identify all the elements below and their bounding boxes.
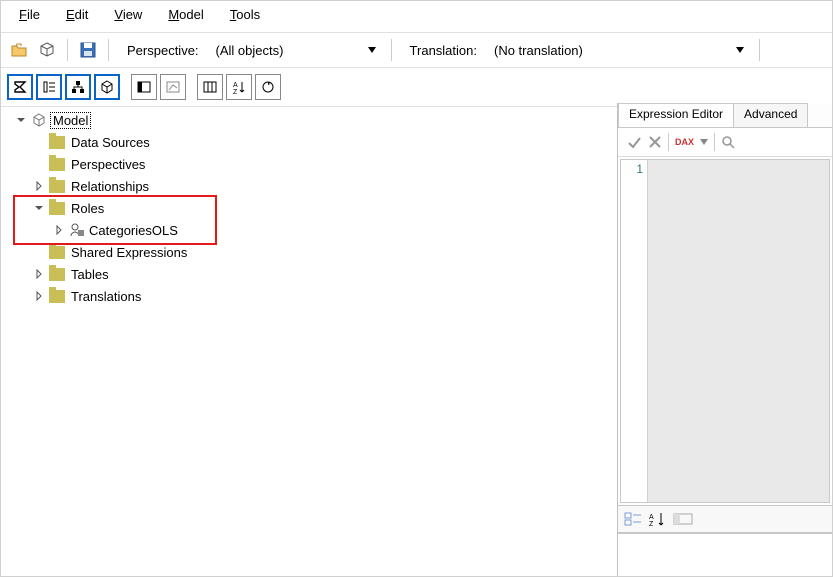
separator [759, 39, 760, 61]
menubar: File Edit View Model Tools [1, 1, 832, 32]
folder-icon [49, 136, 65, 149]
tree-item-label: CategoriesOLS [89, 223, 178, 238]
dax-formatter-icon[interactable]: DAX [675, 138, 694, 147]
chevron-down-icon [736, 47, 744, 53]
cube-icon[interactable] [35, 38, 59, 62]
menu-tools[interactable]: Tools [230, 7, 260, 22]
cube-view-icon[interactable] [94, 74, 120, 100]
sort-az-icon[interactable]: AZ [648, 511, 666, 527]
sigma-icon[interactable] [7, 74, 33, 100]
save-icon[interactable] [76, 38, 100, 62]
tree-roles[interactable]: Roles [9, 197, 609, 219]
menu-edit[interactable]: Edit [66, 7, 88, 22]
tree-item-label: Data Sources [71, 135, 150, 150]
perspective-dropdown[interactable]: (All objects) [209, 38, 383, 62]
expand-icon[interactable] [33, 180, 45, 192]
open-folder-icon[interactable] [7, 38, 31, 62]
list-icon[interactable] [36, 74, 62, 100]
right-tabs: Expression Editor Advanced [618, 103, 832, 128]
tree-item-label: Roles [71, 201, 104, 216]
collapse-icon[interactable] [33, 202, 45, 214]
chevron-down-icon[interactable] [700, 139, 708, 145]
menu-file[interactable]: File [19, 7, 40, 22]
expand-icon[interactable] [53, 224, 65, 236]
tree-data-sources[interactable]: Data Sources [9, 131, 609, 153]
tree-relationships[interactable]: Relationships [9, 175, 609, 197]
tree-item-label: Perspectives [71, 157, 145, 172]
tab-expression-editor[interactable]: Expression Editor [618, 103, 734, 127]
tree-root-label: Model [51, 113, 90, 128]
expression-editor[interactable]: 1 [620, 159, 830, 503]
search-icon[interactable] [721, 135, 735, 149]
tree-item-label: Shared Expressions [71, 245, 187, 260]
separator [108, 39, 109, 61]
menu-view[interactable]: View [114, 7, 142, 22]
tab-advanced[interactable]: Advanced [733, 103, 808, 127]
tree-categories-ols[interactable]: CategoriesOLS [9, 219, 609, 241]
line-gutter: 1 [621, 160, 648, 502]
model-tree[interactable]: Model Data Sources Perspectives Relation… [1, 103, 617, 576]
accept-icon[interactable] [626, 134, 642, 150]
svg-text:Z: Z [233, 89, 238, 95]
expand-icon[interactable] [33, 268, 45, 280]
translation-label: Translation: [400, 43, 483, 58]
svg-text:A: A [649, 514, 654, 521]
tree-item-label: Translations [71, 289, 141, 304]
measure-icon[interactable] [160, 74, 186, 100]
property-toolbar: AZ [618, 505, 832, 533]
toolbar-main: Perspective: (All objects) Translation: … [1, 32, 832, 68]
separator [391, 39, 392, 61]
tree-translations[interactable]: Translations [9, 285, 609, 307]
translation-dropdown[interactable]: (No translation) [487, 38, 751, 62]
menu-model[interactable]: Model [168, 7, 203, 22]
folder-icon [49, 268, 65, 281]
expand-icon[interactable] [33, 290, 45, 302]
expression-textarea[interactable] [648, 160, 829, 502]
chevron-down-icon [368, 47, 376, 53]
translation-value: (No translation) [494, 43, 583, 58]
expression-toolbar: DAX [618, 128, 832, 157]
folder-icon [49, 158, 65, 171]
tree-tables[interactable]: Tables [9, 263, 609, 285]
columns-icon[interactable] [197, 74, 223, 100]
perspective-value: (All objects) [216, 43, 284, 58]
cube-icon [31, 112, 47, 128]
role-icon [69, 222, 85, 238]
svg-text:Z: Z [649, 521, 654, 527]
tree-item-label: Tables [71, 267, 109, 282]
svg-text:A: A [233, 82, 238, 89]
toolbar-view: AZ [1, 68, 832, 107]
right-pane: Expression Editor Advanced DAX 1 AZ [617, 103, 832, 576]
perspective-label: Perspective: [117, 43, 205, 58]
panel-icon[interactable] [131, 74, 157, 100]
sort-az-icon[interactable]: AZ [226, 74, 252, 100]
tree-item-label: Relationships [71, 179, 149, 194]
folder-icon [49, 202, 65, 215]
categorized-icon[interactable] [624, 511, 642, 527]
refresh-icon[interactable] [255, 74, 281, 100]
tree-root[interactable]: Model [9, 109, 609, 131]
cancel-icon[interactable] [648, 135, 662, 149]
folder-icon [49, 180, 65, 193]
tree-perspectives[interactable]: Perspectives [9, 153, 609, 175]
hierarchy-icon[interactable] [65, 74, 91, 100]
folder-icon [49, 290, 65, 303]
tree-shared-expressions[interactable]: Shared Expressions [9, 241, 609, 263]
separator [67, 39, 68, 61]
property-grid[interactable] [618, 533, 832, 576]
collapse-icon[interactable] [15, 114, 27, 126]
property-pages-icon[interactable] [672, 511, 694, 527]
folder-icon [49, 246, 65, 259]
